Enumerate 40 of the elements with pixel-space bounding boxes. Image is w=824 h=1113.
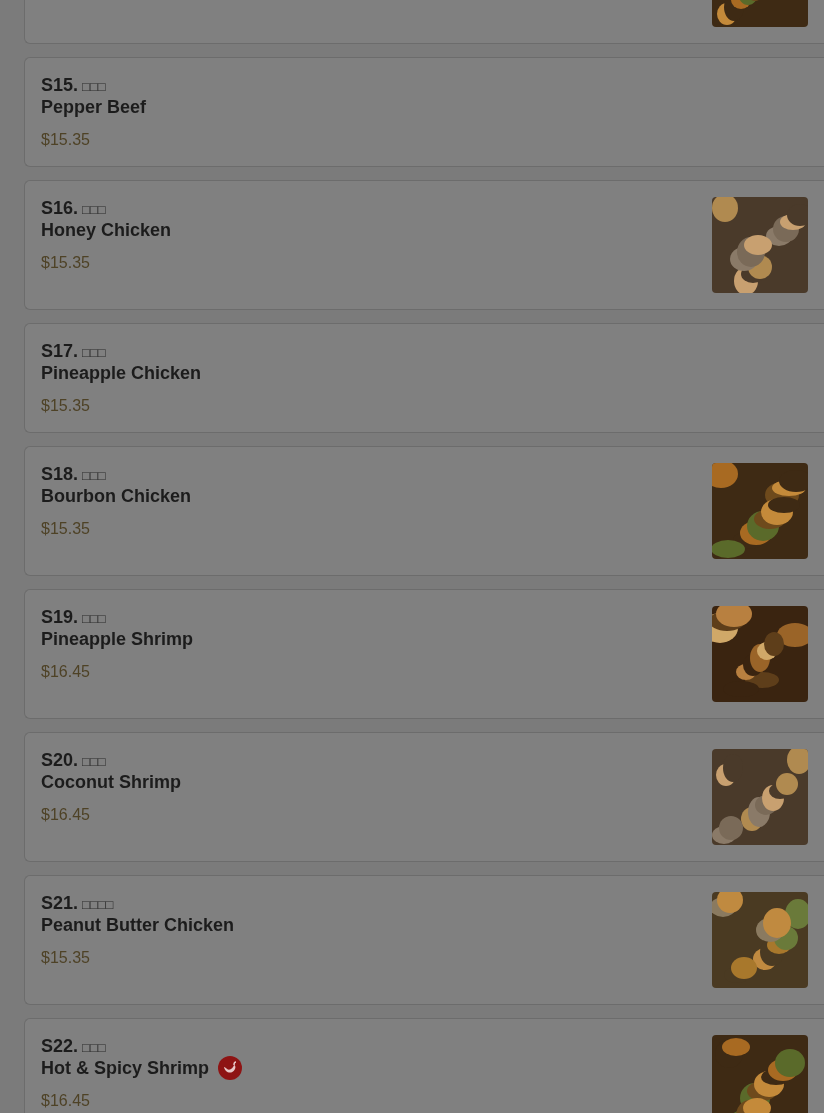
price: $16.45 (41, 663, 91, 681)
chinese-name: □□□ (82, 79, 106, 94)
item-code: S16. (41, 198, 79, 219)
dish-name: Bourbon Chicken (41, 485, 191, 507)
menu-item-card[interactable]: S21. □□□□ Peanut Butter Chicken $15.35 (24, 875, 824, 1005)
chinese-name: □□□ (82, 202, 106, 217)
item-code: S18. (41, 464, 79, 485)
dish-name: Peanut Butter Chicken (41, 914, 235, 936)
chinese-name: □□□ (82, 345, 106, 360)
dish-name: Pineapple Chicken (41, 362, 202, 384)
menu-item-card[interactable]: S16. □□□ Honey Chicken $15.35 (24, 180, 824, 310)
chinese-name: □□□ (82, 1040, 106, 1055)
menu-item-card[interactable]: S22. □□□ Hot & Spicy Shrimp $16.45 (24, 1018, 824, 1113)
menu-item-card[interactable]: S18. □□□ Bourbon Chicken $15.35 (24, 446, 824, 576)
dish-name: Hot & Spicy Shrimp (41, 1057, 210, 1079)
item-code: S19. (41, 607, 79, 628)
price: $15.35 (41, 397, 91, 415)
menu-item-card[interactable]: S15. □□□ Pepper Beef $15.35 (24, 57, 824, 167)
dish-name: Honey Chicken (41, 219, 172, 241)
item-code: S21. (41, 893, 79, 914)
dish-name: Coconut Shrimp (41, 771, 181, 793)
chinese-name: □□□ (82, 754, 106, 769)
price: $15.35 (41, 131, 91, 149)
menu-item-card[interactable]: S19. □□□ Pineapple Shrimp $16.45 (24, 589, 824, 719)
item-code: S15. (41, 75, 79, 96)
menu-item-card[interactable]: S20. □□□ Coconut Shrimp $16.45 (24, 732, 824, 862)
item-code: S17. (41, 341, 79, 362)
dish-name: Pineapple Shrimp (41, 628, 194, 650)
dish-name: Pepper Beef (41, 96, 147, 118)
item-code: S22. (41, 1036, 79, 1057)
chinese-name: □□□ (82, 611, 106, 626)
chinese-name: □□□□ (82, 897, 114, 912)
price: $15.35 (41, 520, 91, 538)
item-code: S20. (41, 750, 79, 771)
price: $15.35 (41, 949, 91, 967)
price: $15.35 (41, 254, 91, 272)
menu-item-card[interactable]: S17. □□□ Pineapple Chicken $15.35 (24, 323, 824, 433)
chinese-name: □□□ (82, 468, 106, 483)
price: $16.45 (41, 806, 91, 824)
price: $16.45 (41, 1092, 91, 1110)
